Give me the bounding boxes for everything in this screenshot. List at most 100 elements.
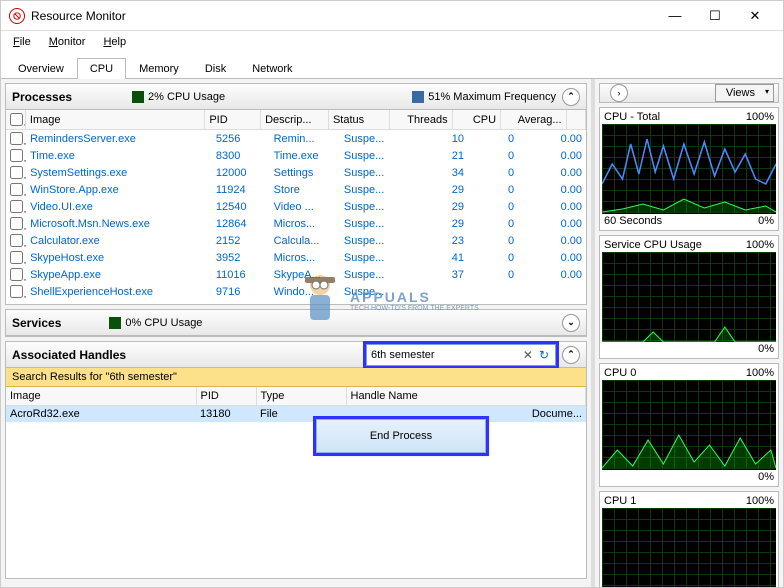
process-desc: Time.exe — [270, 147, 340, 164]
close-button[interactable]: ✕ — [735, 2, 775, 30]
window-title: Resource Monitor — [31, 9, 655, 23]
views-dropdown[interactable]: Views — [715, 84, 774, 102]
end-process-menu-item[interactable]: End Process — [317, 426, 485, 446]
process-desc: Micros... — [270, 215, 340, 232]
services-header[interactable]: Services 0% CPU Usage ⌄ — [6, 310, 586, 336]
process-pid: 12540 — [212, 198, 270, 215]
process-row[interactable]: SystemSettings.exe12000SettingsSuspe...3… — [6, 164, 586, 181]
tab-network[interactable]: Network — [239, 58, 305, 79]
process-checkbox[interactable] — [10, 183, 23, 196]
services-title: Services — [12, 316, 61, 330]
col-handle-pid[interactable]: PID — [196, 387, 256, 406]
process-status: Suspe... — [340, 198, 403, 215]
col-threads[interactable]: Threads — [389, 110, 452, 130]
graph-max: 100% — [746, 239, 774, 251]
col-handle-image[interactable]: Image — [6, 387, 196, 406]
processes-header[interactable]: Processes 2% CPU Usage 51% Maximum Frequ… — [6, 84, 586, 110]
process-desc: Micros... — [270, 249, 340, 266]
process-cpu: 0 — [468, 130, 518, 147]
process-checkbox[interactable] — [10, 200, 23, 213]
tab-memory[interactable]: Memory — [126, 58, 192, 79]
menu-help[interactable]: Help — [95, 34, 134, 50]
process-image: RemindersServer.exe — [26, 130, 212, 147]
process-cpu: 0 — [468, 215, 518, 232]
handle-row[interactable]: AcroRd32.exe13180FileDocume... — [6, 406, 586, 422]
process-checkbox[interactable] — [10, 149, 23, 162]
search-clear-button[interactable]: ✕ — [519, 348, 537, 362]
process-avg: 0.00 — [518, 164, 586, 181]
tab-cpu[interactable]: CPU — [77, 58, 126, 79]
process-status: Suspe... — [340, 164, 403, 181]
collapse-handles-button[interactable]: ⌃ — [562, 346, 580, 364]
handles-table-header: Image PID Type Handle Name — [6, 387, 586, 406]
process-checkbox[interactable] — [10, 234, 23, 247]
handles-search-input[interactable] — [371, 349, 519, 361]
process-row[interactable]: Video.UI.exe12540Video ...Suspe...2900.0… — [6, 198, 586, 215]
process-checkbox[interactable] — [10, 217, 23, 230]
process-checkbox[interactable] — [10, 166, 23, 179]
process-status: Suspe... — [340, 147, 403, 164]
process-pid: 12000 — [212, 164, 270, 181]
process-checkbox[interactable] — [10, 132, 23, 145]
process-row[interactable]: Time.exe8300Time.exeSuspe...2100.00 — [6, 147, 586, 164]
process-checkbox[interactable] — [10, 285, 23, 298]
process-threads: 34 — [403, 164, 468, 181]
process-cpu — [468, 283, 518, 300]
process-image: SystemSettings.exe — [26, 164, 212, 181]
process-checkbox[interactable] — [10, 251, 23, 264]
maximize-button[interactable]: ☐ — [695, 2, 735, 30]
tab-disk[interactable]: Disk — [192, 58, 239, 79]
collapse-processes-button[interactable]: ⌃ — [562, 88, 580, 106]
select-all-checkbox[interactable] — [10, 113, 23, 126]
handles-table-body[interactable]: AcroRd32.exe13180FileDocume... — [6, 406, 586, 526]
col-average[interactable]: Averag... — [501, 110, 566, 130]
processes-table-body[interactable]: RemindersServer.exe5256Remin...Suspe...1… — [6, 130, 586, 304]
process-cpu: 0 — [468, 198, 518, 215]
graph-title: Service CPU Usage — [604, 239, 702, 251]
handles-header[interactable]: Associated Handles ✕ ↻ ⌃ — [6, 342, 586, 368]
cpu-usage-icon — [132, 91, 144, 103]
graph-service: Service CPU Usage100%0% — [599, 235, 779, 359]
search-refresh-button[interactable]: ↻ — [537, 348, 551, 362]
process-cpu: 0 — [468, 266, 518, 283]
cpu-usage-label: 2% CPU Usage — [148, 91, 225, 103]
right-pane: › Views CPU - Total100%60 Seconds0%Servi… — [595, 79, 783, 587]
col-cpu[interactable]: CPU — [452, 110, 500, 130]
process-status: Suspe... — [340, 232, 403, 249]
process-row[interactable]: WinStore.App.exe11924StoreSuspe...2900.0… — [6, 181, 586, 198]
col-handle-type[interactable]: Type — [256, 387, 346, 406]
process-threads: 21 — [403, 147, 468, 164]
collapse-graphs-button[interactable]: › — [610, 84, 628, 102]
menu-file[interactable]: File — [5, 34, 39, 50]
resource-monitor-window: Resource Monitor — ☐ ✕ File Monitor Help… — [0, 0, 784, 588]
process-row[interactable]: RemindersServer.exe5256Remin...Suspe...1… — [6, 130, 586, 147]
process-desc: Remin... — [270, 130, 340, 147]
process-status: Suspe... — [340, 130, 403, 147]
processes-table-header: Image PID Descrip... Status Threads CPU … — [6, 110, 586, 130]
process-row[interactable]: ShellExperienceHost.exe9716Windo...Suspe… — [6, 283, 586, 300]
process-threads: 10 — [403, 130, 468, 147]
col-handle-name[interactable]: Handle Name — [346, 387, 586, 406]
process-status: Suspe... — [340, 266, 403, 283]
col-status[interactable]: Status — [328, 110, 389, 130]
process-avg: 0.00 — [518, 266, 586, 283]
process-row[interactable]: SkypeApp.exe11016SkypeA...Suspe...3700.0… — [6, 266, 586, 283]
process-row[interactable]: Microsoft.Msn.News.exe12864Micros...Susp… — [6, 215, 586, 232]
handles-title: Associated Handles — [12, 348, 126, 362]
col-description[interactable]: Descrip... — [261, 110, 329, 130]
process-cpu: 0 — [468, 147, 518, 164]
process-row[interactable]: Calculator.exe2152Calcula...Suspe...2300… — [6, 232, 586, 249]
process-checkbox[interactable] — [10, 268, 23, 281]
col-pid[interactable]: PID — [205, 110, 261, 130]
process-avg: 0.00 — [518, 130, 586, 147]
tab-overview[interactable]: Overview — [5, 58, 77, 79]
process-pid: 12864 — [212, 215, 270, 232]
col-image[interactable]: Image — [25, 110, 204, 130]
search-results-bar: Search Results for "6th semester" — [6, 368, 586, 387]
process-row[interactable]: SkypeHost.exe3952Micros...Suspe...4100.0… — [6, 249, 586, 266]
menu-monitor[interactable]: Monitor — [41, 34, 94, 50]
minimize-button[interactable]: — — [655, 2, 695, 30]
graph-title: CPU 1 — [604, 495, 636, 507]
process-threads: 37 — [403, 266, 468, 283]
expand-services-button[interactable]: ⌄ — [562, 314, 580, 332]
